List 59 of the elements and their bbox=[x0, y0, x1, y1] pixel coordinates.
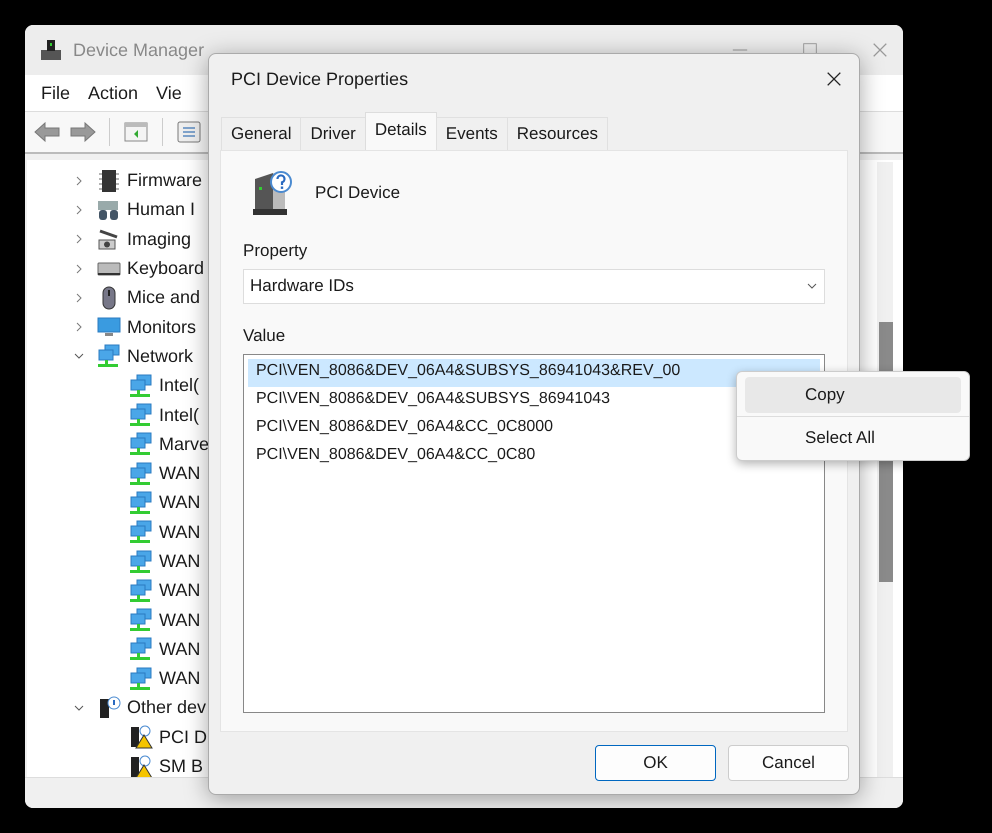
tree-item[interactable]: WAN bbox=[159, 668, 200, 690]
field-label: Property bbox=[243, 241, 308, 261]
properties-icon[interactable] bbox=[175, 120, 203, 144]
tree-item[interactable]: Human I bbox=[127, 199, 196, 220]
unknown-device-icon bbox=[97, 696, 121, 720]
network-icon bbox=[129, 520, 153, 544]
tab[interactable]: Details bbox=[364, 112, 437, 150]
network-icon bbox=[129, 550, 153, 574]
warning-device-icon bbox=[129, 725, 153, 750]
cancel-button[interactable]: Cancel bbox=[728, 745, 849, 781]
chip-icon bbox=[97, 168, 121, 193]
tree-item[interactable]: Marve bbox=[159, 434, 210, 455]
menu-item[interactable]: Select All bbox=[745, 420, 961, 456]
network-icon bbox=[129, 490, 153, 515]
forward-arrow-icon[interactable] bbox=[69, 120, 97, 144]
tree-item[interactable]: WAN bbox=[159, 463, 200, 484]
tree-item[interactable]: Intel( bbox=[159, 404, 200, 426]
tree-item[interactable]: WAN bbox=[159, 492, 200, 514]
menu-item[interactable]: Copy bbox=[745, 377, 961, 413]
tree-item[interactable]: WAN bbox=[159, 580, 200, 602]
tab[interactable]: Resources bbox=[506, 117, 608, 150]
tree-item[interactable]: PCI D bbox=[159, 726, 208, 748]
tree-item[interactable]: Network bbox=[127, 346, 194, 367]
network-icon bbox=[129, 666, 153, 691]
property-dropdown[interactable]: Hardware IDs bbox=[243, 269, 825, 304]
close-icon[interactable] bbox=[825, 70, 843, 88]
network-icon bbox=[129, 608, 153, 632]
menu-item[interactable]: File bbox=[41, 82, 70, 104]
network-icon bbox=[129, 432, 153, 456]
window-title: Device Manager bbox=[73, 40, 204, 60]
list-item[interactable]: PCI\VEN_8086&DEV_06A4&SUBSYS_86941043&REV_00 bbox=[248, 358, 820, 387]
menu-item[interactable]: Vie bbox=[156, 82, 182, 104]
field-label: Value bbox=[243, 326, 286, 346]
menu-item[interactable]: Action bbox=[88, 82, 138, 104]
network-icon bbox=[129, 403, 153, 428]
tree-item[interactable]: WAN bbox=[159, 638, 200, 660]
tree-item[interactable]: SM B bbox=[159, 756, 204, 777]
tree-item[interactable]: Firmware bbox=[127, 170, 202, 192]
console-tree-icon[interactable] bbox=[122, 120, 150, 144]
tree-item[interactable]: Mice and bbox=[127, 287, 200, 308]
tree-item[interactable]: Monitors bbox=[127, 316, 196, 338]
back-arrow-icon[interactable] bbox=[33, 120, 61, 144]
tree-item[interactable]: Intel( bbox=[159, 375, 200, 396]
network-icon bbox=[129, 374, 153, 398]
ok-button[interactable]: OK bbox=[595, 745, 716, 781]
device-manager-icon bbox=[39, 38, 63, 62]
tree-item[interactable]: Other dev bbox=[127, 697, 206, 718]
dialog-title: PCI Device Properties bbox=[231, 68, 410, 90]
tab[interactable]: General bbox=[221, 117, 302, 150]
tree-item[interactable]: WAN bbox=[159, 610, 200, 631]
tree-item[interactable]: WAN bbox=[159, 522, 200, 543]
network-icon bbox=[129, 637, 153, 662]
network-icon bbox=[129, 462, 153, 486]
tree-item[interactable]: Keyboard bbox=[127, 258, 204, 280]
network-icon bbox=[97, 344, 121, 368]
network-icon bbox=[129, 578, 153, 603]
device-name: PCI Device bbox=[315, 183, 400, 203]
tree-item[interactable]: Imaging bbox=[127, 228, 192, 250]
tree-item[interactable]: WAN bbox=[159, 551, 200, 572]
